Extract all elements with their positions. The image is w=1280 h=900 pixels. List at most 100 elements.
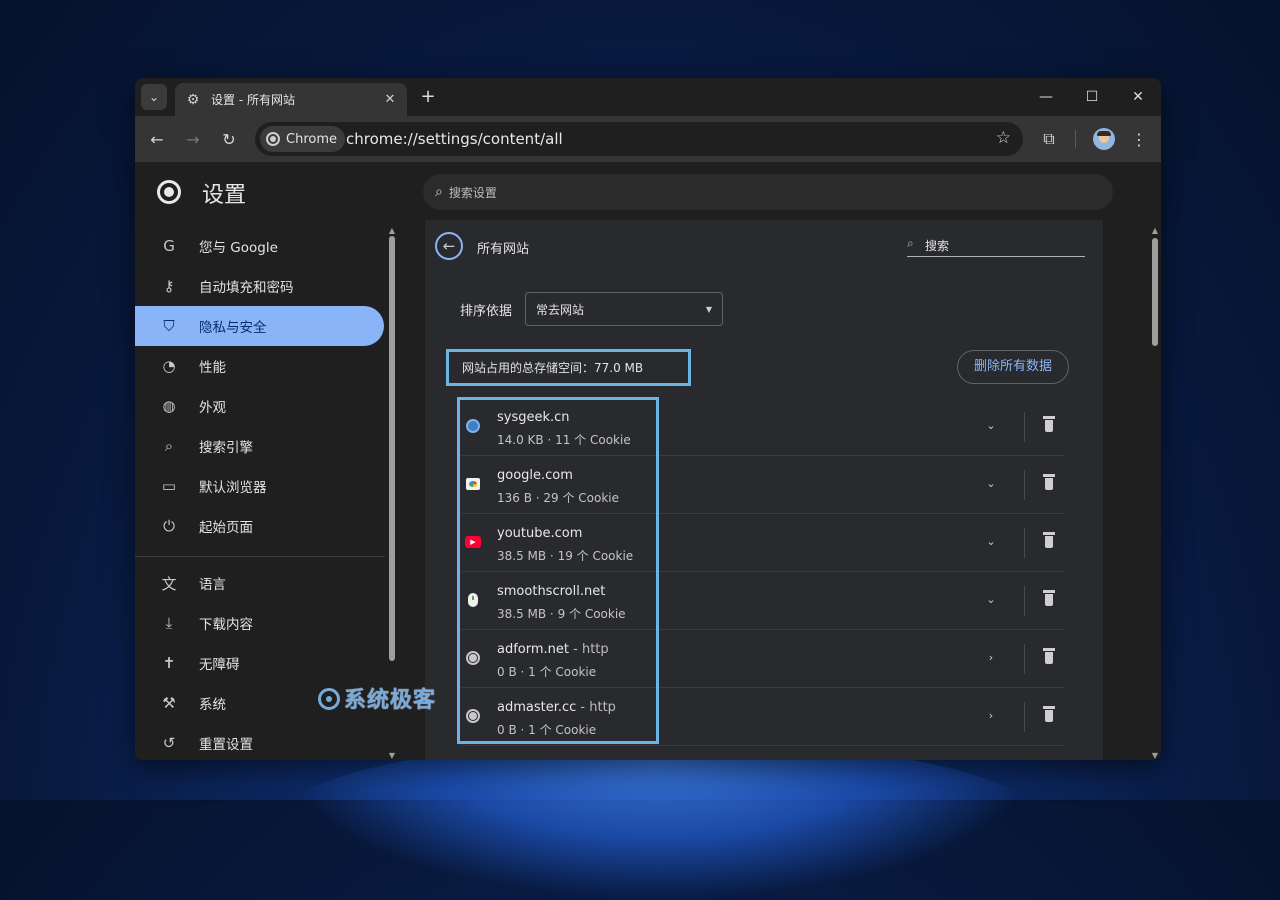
sort-label: 排序依据 — [460, 304, 513, 319]
sidebar-item-label: 重置设置 — [199, 737, 253, 753]
sidebar-item-languages[interactable]: 文 语言 — [135, 563, 384, 603]
chrome-window: ⌄ ⚙ 设置 - 所有网站 ✕ + — ☐ ✕ ← → ↻ Chrome chr… — [135, 78, 1161, 760]
download-icon: ⤓ — [165, 614, 173, 632]
reload-icon[interactable]: ↻ — [215, 125, 243, 153]
forward-icon[interactable]: → — [179, 125, 207, 153]
chevron-down-icon[interactable]: ⌄ — [981, 474, 1001, 494]
delete-all-data-button[interactable]: 删除所有数据 — [957, 350, 1069, 384]
chevron-right-icon[interactable]: › — [981, 648, 1001, 668]
sidebar-item-label: 起始页面 — [199, 520, 253, 536]
key-icon: ⚷ — [163, 277, 175, 295]
tab-search-button[interactable]: ⌄ — [141, 84, 167, 110]
chevron-down-icon[interactable]: ⌄ — [981, 416, 1001, 436]
chrome-chip[interactable]: Chrome — [260, 126, 345, 152]
translate-icon: 文 — [161, 574, 177, 593]
dropdown-caret-icon: ▼ — [705, 304, 712, 314]
row-divider — [1024, 470, 1025, 500]
power-icon: ⏻ — [163, 517, 175, 535]
sort-dropdown[interactable]: 常去网站 ▼ — [525, 292, 723, 326]
sidebar-item-autofill[interactable]: ⚷ 自动填充和密码 — [135, 266, 384, 306]
sidebar-item-search-engine[interactable]: ⌕ 搜索引擎 — [135, 426, 384, 466]
scroll-down-arrow-icon[interactable]: ▼ — [1150, 751, 1160, 760]
watermark-logo-icon — [318, 688, 340, 710]
sidebar-item-label: 隐私与安全 — [199, 320, 267, 336]
chevron-right-icon[interactable]: › — [981, 706, 1001, 726]
trash-icon[interactable] — [1041, 648, 1057, 666]
gear-icon: ⚙ — [186, 91, 200, 108]
row-divider — [1024, 702, 1025, 732]
scroll-down-arrow-icon[interactable]: ▼ — [387, 751, 397, 760]
palette-icon: ◍ — [162, 397, 176, 415]
back-arrow-button[interactable]: ← — [435, 232, 463, 260]
trash-icon[interactable] — [1041, 532, 1057, 550]
toolbar-divider — [1075, 130, 1076, 148]
content-scroll-thumb[interactable] — [1152, 238, 1158, 346]
sidebar-item-you-and-google[interactable]: G 您与 Google — [135, 226, 384, 266]
bookmark-star-icon[interactable]: ☆ — [996, 128, 1011, 148]
total-storage-text: 网站占用的总存储空间：77.0 MB — [462, 361, 644, 375]
content-scrollbar[interactable]: ▲ ▼ — [1149, 226, 1161, 760]
trash-icon[interactable] — [1041, 590, 1057, 608]
chevron-down-icon[interactable]: ⌄ — [981, 532, 1001, 552]
sites-highlight-box — [457, 397, 659, 744]
active-tab[interactable]: ⚙ 设置 - 所有网站 ✕ — [175, 83, 407, 116]
tab-close-icon[interactable]: ✕ — [381, 91, 399, 109]
sidebar-item-label: 下载内容 — [199, 617, 253, 633]
url-text[interactable]: chrome://settings/content/all — [346, 122, 563, 156]
tab-title: 设置 - 所有网站 — [211, 93, 295, 107]
extensions-icon[interactable]: ⧉ — [1035, 125, 1063, 153]
search-icon: ⌕ — [164, 437, 174, 455]
address-bar[interactable]: Chrome chrome://settings/content/all ☆ — [255, 122, 1023, 156]
scroll-up-arrow-icon[interactable]: ▲ — [1150, 226, 1160, 235]
sidebar-item-label: 无障碍 — [199, 657, 240, 673]
tab-strip: ⌄ ⚙ 设置 - 所有网站 ✕ + — ☐ ✕ — [135, 78, 1161, 116]
new-tab-button[interactable]: + — [417, 86, 439, 108]
trash-icon[interactable] — [1041, 416, 1057, 434]
sidebar-item-appearance[interactable]: ◍ 外观 — [135, 386, 384, 426]
settings-search-placeholder: 搜索设置 — [448, 185, 497, 200]
browser-window-icon: ▭ — [161, 477, 177, 495]
sidebar-item-privacy[interactable]: ⛉ 隐私与安全 — [135, 306, 384, 346]
shield-icon: ⛉ — [163, 317, 175, 335]
row-divider — [1024, 586, 1025, 616]
sort-value: 常去网站 — [536, 302, 585, 317]
profile-avatar[interactable] — [1093, 128, 1115, 150]
search-icon: ⌕ — [907, 236, 914, 250]
close-window-button[interactable]: ✕ — [1115, 78, 1161, 116]
minimize-button[interactable]: — — [1023, 78, 1069, 116]
sidebar-divider — [135, 556, 385, 557]
sidebar-item-performance[interactable]: ◔ 性能 — [135, 346, 384, 386]
settings-search-input[interactable]: ⌕ 搜索设置 — [423, 174, 1113, 210]
scroll-up-arrow-icon[interactable]: ▲ — [387, 226, 397, 235]
chevron-down-icon[interactable]: ⌄ — [981, 590, 1001, 610]
trash-icon[interactable] — [1041, 474, 1057, 492]
accessibility-icon: ✝ — [162, 654, 176, 672]
sidebar-scrollbar[interactable]: ▲ ▼ — [387, 226, 397, 760]
row-separator — [461, 745, 1065, 746]
panel-title: 所有网站 — [477, 242, 530, 257]
sidebar-item-on-startup[interactable]: ⏻ 起始页面 — [135, 506, 384, 546]
sidebar-item-label: 您与 Google — [199, 240, 278, 256]
chrome-icon — [266, 132, 280, 146]
toolbar: ← → ↻ Chrome chrome://settings/content/a… — [135, 116, 1161, 162]
settings-header: 设置 ⌕ 搜索设置 — [135, 162, 1161, 220]
site-search-input[interactable]: ⌕ 搜索 — [907, 236, 1085, 257]
page-title: 设置 — [202, 183, 247, 208]
sidebar-item-default-browser[interactable]: ▭ 默认浏览器 — [135, 466, 384, 506]
sidebar-item-downloads[interactable]: ⤓ 下载内容 — [135, 603, 384, 643]
sidebar-item-label: 搜索引擎 — [199, 440, 253, 456]
sidebar-item-accessibility[interactable]: ✝ 无障碍 — [135, 643, 384, 683]
back-icon[interactable]: ← — [143, 125, 171, 153]
sidebar-item-reset[interactable]: ↺ 重置设置 — [135, 723, 384, 760]
trash-icon[interactable] — [1041, 706, 1057, 724]
sidebar-item-label: 语言 — [199, 577, 226, 593]
reset-icon: ↺ — [162, 734, 176, 752]
search-icon: ⌕ — [435, 184, 443, 200]
sidebar-scroll-thumb[interactable] — [389, 236, 395, 661]
row-divider — [1024, 412, 1025, 442]
menu-kebab-icon[interactable]: ⋮ — [1125, 125, 1153, 153]
watermark: 系统极客 — [318, 682, 436, 714]
site-search-label: 搜索 — [925, 239, 950, 253]
chrome-logo-icon — [157, 180, 181, 204]
maximize-button[interactable]: ☐ — [1069, 78, 1115, 116]
